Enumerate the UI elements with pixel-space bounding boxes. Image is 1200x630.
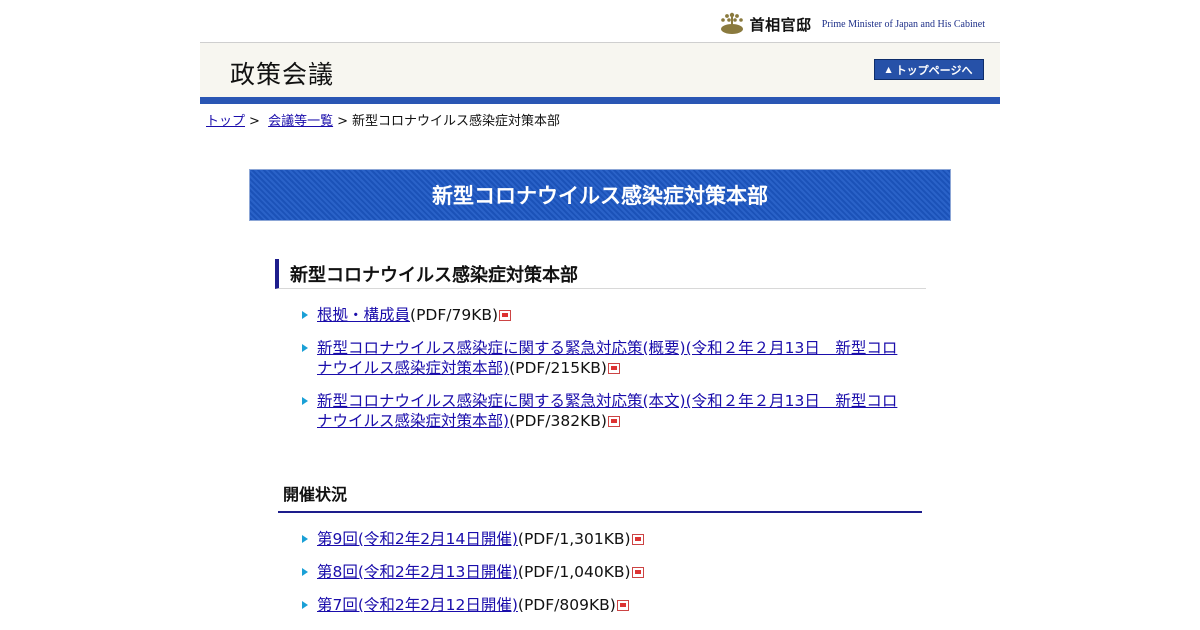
triangle-right-icon xyxy=(302,344,308,352)
pdf-icon xyxy=(499,310,512,321)
list-item: 根拠・構成員(PDF/79KB) xyxy=(300,305,912,325)
document-link-basis[interactable]: 根拠・構成員 xyxy=(317,306,410,324)
meeting-status-heading: 開催状況 xyxy=(278,481,922,513)
file-info: (PDF/382KB) xyxy=(509,412,607,430)
pdf-icon xyxy=(631,534,644,545)
brand-name-ja: 首相官邸 xyxy=(749,15,812,34)
page: 首相官邸 Prime Minister of Japan and His Cab… xyxy=(200,0,1000,615)
triangle-right-icon xyxy=(302,535,308,543)
page-title: 新型コロナウイルス感染症対策本部 xyxy=(249,169,951,221)
breadcrumb-link-top[interactable]: トップ xyxy=(206,114,245,129)
breadcrumb: トップ > 会議等一覧 > 新型コロナウイルス感染症対策本部 xyxy=(200,104,1000,129)
site-banner: 首相官邸 Prime Minister of Japan and His Cab… xyxy=(200,0,1000,42)
pdf-icon xyxy=(607,363,620,374)
brand-name-en: Prime Minister of Japan and His Cabinet xyxy=(821,18,985,30)
paulownia-emblem-icon xyxy=(720,12,743,34)
arrow-up-icon: ▲ xyxy=(885,65,892,74)
site-logo[interactable]: 首相官邸 Prime Minister of Japan and His Cab… xyxy=(718,11,985,37)
pdf-icon xyxy=(607,416,620,427)
breadcrumb-separator: > xyxy=(249,114,260,129)
file-info: (PDF/215KB) xyxy=(509,359,607,377)
meeting-link-8[interactable]: 第8回(令和2年2月13日開催) xyxy=(317,563,518,581)
file-info: (PDF/1,040KB) xyxy=(517,563,631,581)
file-info: (PDF/809KB) xyxy=(517,596,616,614)
pdf-icon xyxy=(631,567,644,578)
top-page-button-label: トップページへ xyxy=(895,63,973,77)
list-item: 第8回(令和2年2月13日開催)(PDF/1,040KB) xyxy=(300,562,912,582)
triangle-right-icon xyxy=(302,568,308,576)
file-info: (PDF/1,301KB) xyxy=(517,530,631,548)
meeting-list: 第9回(令和2年2月14日開催)(PDF/1,301KB) 第8回(令和2年2月… xyxy=(300,529,912,615)
section-header-title: 政策会議 xyxy=(230,60,335,89)
file-info: (PDF/79KB) xyxy=(410,306,499,324)
top-page-button[interactable]: ▲ トップページへ xyxy=(874,59,984,80)
meeting-link-7[interactable]: 第7回(令和2年2月12日開催) xyxy=(317,596,518,614)
header-divider xyxy=(200,97,1000,104)
section-header: 政策会議 ▲ トップページへ xyxy=(200,42,1000,97)
list-item: 新型コロナウイルス感染症に関する緊急対応策(本文)(令和２年２月13日 新型コロ… xyxy=(300,391,912,431)
triangle-right-icon xyxy=(302,311,308,319)
breadcrumb-link-meetings[interactable]: 会議等一覧 xyxy=(268,114,333,129)
document-list: 根拠・構成員(PDF/79KB) 新型コロナウイルス感染症に関する緊急対応策(概… xyxy=(300,305,912,431)
triangle-right-icon xyxy=(302,397,308,405)
list-item: 第9回(令和2年2月14日開催)(PDF/1,301KB) xyxy=(300,529,912,549)
meeting-link-9[interactable]: 第9回(令和2年2月14日開催) xyxy=(317,530,518,548)
breadcrumb-current: 新型コロナウイルス感染症対策本部 xyxy=(351,114,560,129)
list-item: 新型コロナウイルス感染症に関する緊急対応策(概要)(令和２年２月13日 新型コロ… xyxy=(300,338,912,378)
pdf-icon xyxy=(616,600,629,611)
triangle-right-icon xyxy=(302,601,308,609)
section-heading: 新型コロナウイルス感染症対策本部 xyxy=(275,259,926,289)
list-item: 第7回(令和2年2月12日開催)(PDF/809KB) xyxy=(300,595,912,615)
breadcrumb-separator: > xyxy=(337,114,348,129)
